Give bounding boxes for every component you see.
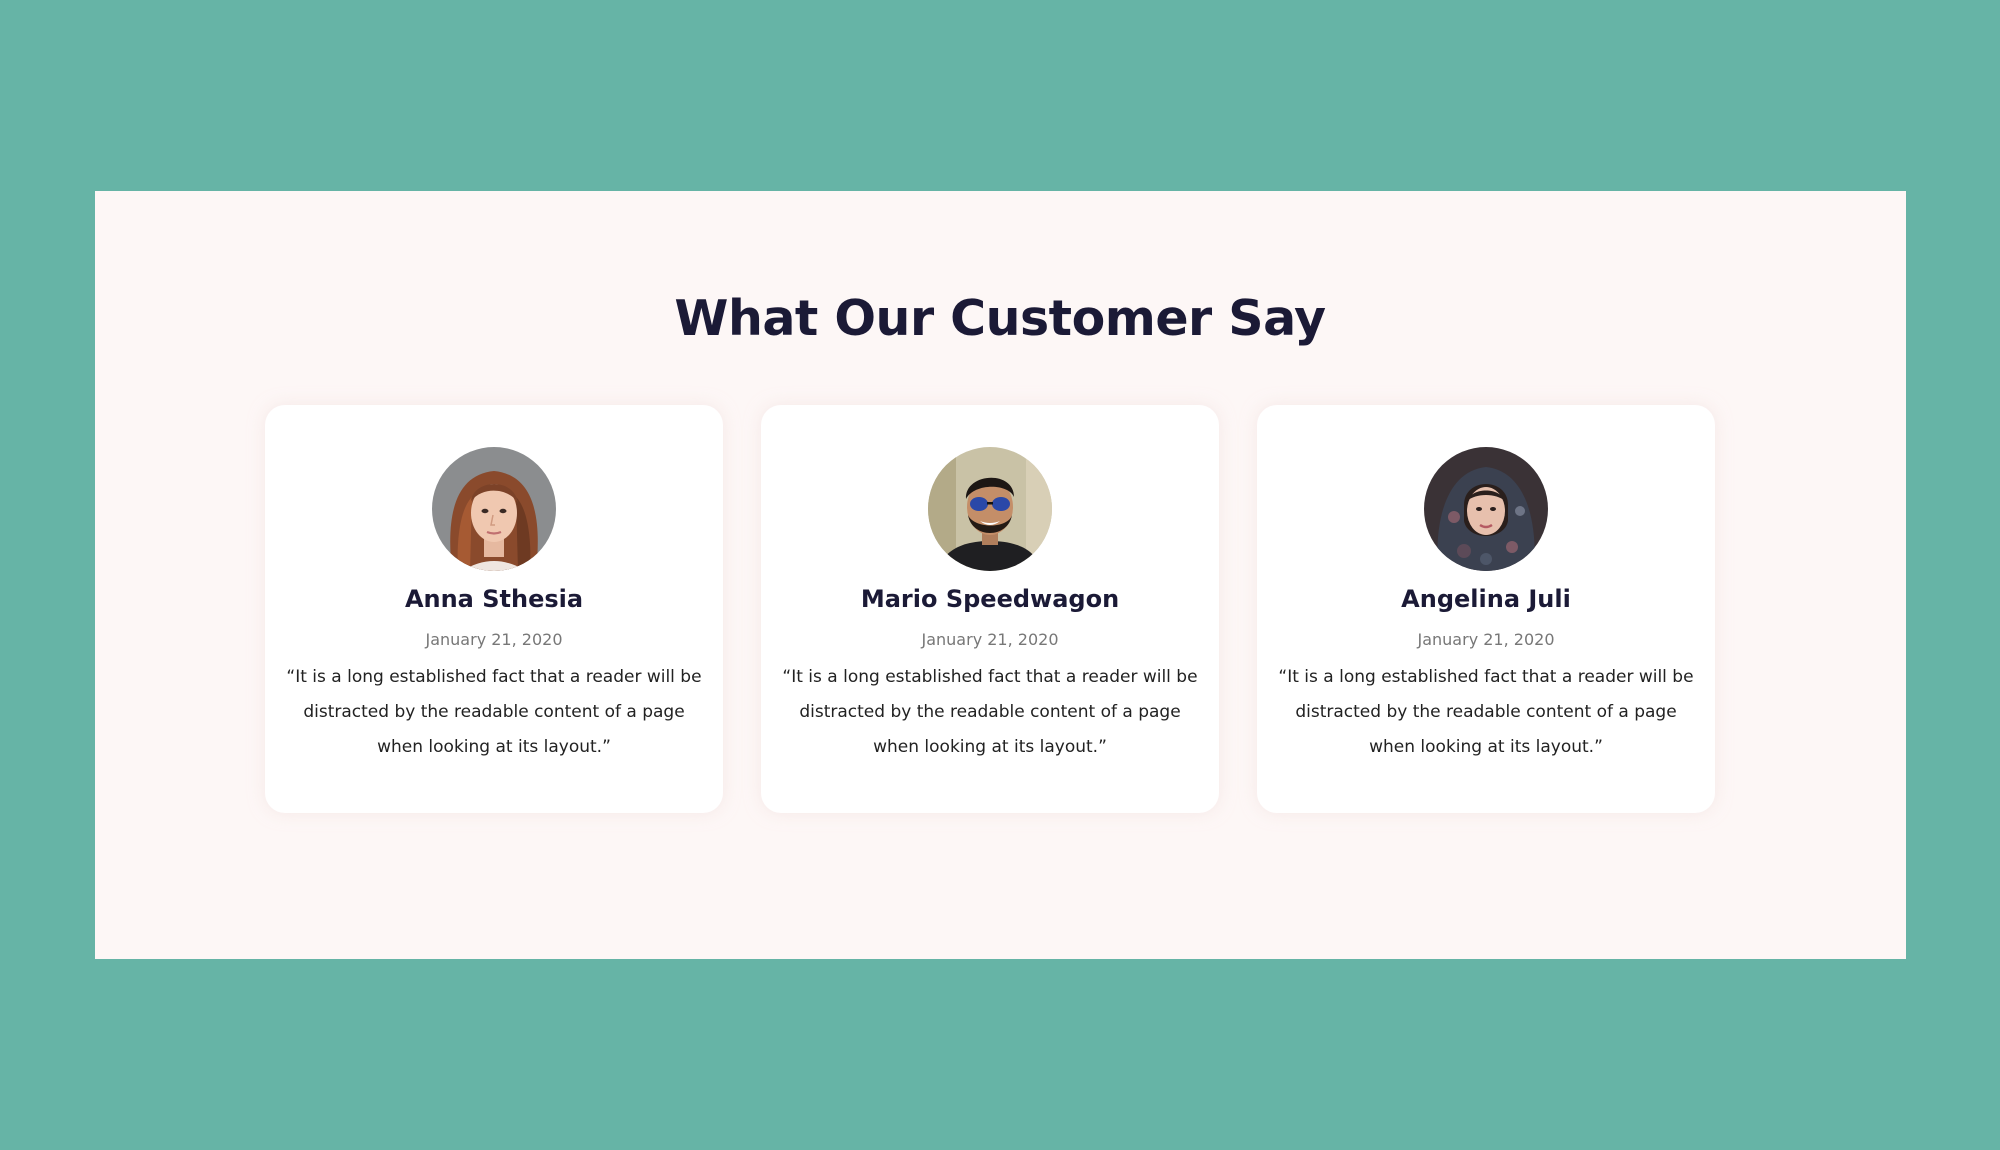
- avatar: [1424, 447, 1548, 571]
- testimonial-quote: “It is a long established fact that a re…: [782, 667, 1198, 757]
- testimonial-date: January 21, 2020: [921, 630, 1059, 649]
- testimonial-card: Angelina Juli January 21, 2020 “It is a …: [1257, 405, 1715, 813]
- avatar-woman-icon: [432, 447, 556, 571]
- testimonial-name: Anna Sthesia: [404, 585, 584, 613]
- avatar: [432, 447, 556, 571]
- testimonial-card: Anna Sthesia January 21, 2020 “It is a l…: [265, 405, 723, 813]
- avatar-woman-headscarf-icon: [1424, 447, 1548, 571]
- testimonial-date: January 21, 2020: [425, 630, 563, 649]
- testimonial-card: Mario Speedwagon January 21, 2020 “It is…: [761, 405, 1219, 813]
- testimonial-quote: “It is a long established fact that a re…: [286, 667, 702, 757]
- testimonial-name: Angelina Juli: [1401, 585, 1571, 613]
- testimonial-date: January 21, 2020: [1417, 630, 1555, 649]
- section-title: What Our Customer Say: [674, 290, 1326, 347]
- testimonial-quote: “It is a long established fact that a re…: [1278, 667, 1694, 757]
- testimonial-name: Mario Speedwagon: [860, 585, 1120, 613]
- avatar-man-icon: [928, 447, 1052, 571]
- avatar: [928, 447, 1052, 571]
